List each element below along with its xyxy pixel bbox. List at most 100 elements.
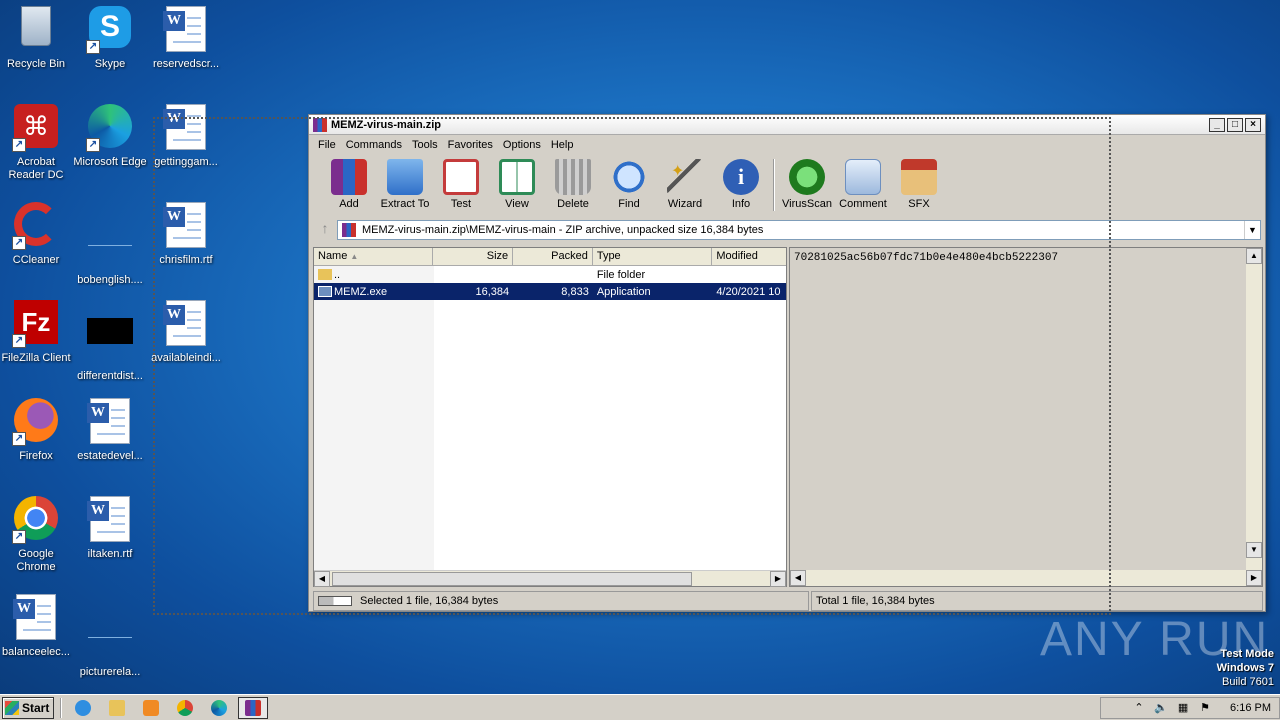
menu-tools[interactable]: Tools <box>407 139 443 151</box>
horizontal-scrollbar[interactable]: ◀ ▶ <box>314 570 786 587</box>
vertical-scrollbar[interactable]: ▲ ▼ <box>1246 248 1262 570</box>
desktop-icon-firefox[interactable]: ↗ Firefox <box>0 398 74 463</box>
scroll-thumb[interactable] <box>332 571 692 586</box>
comment-button[interactable]: Comment <box>835 159 891 210</box>
table-row-selected[interactable]: MEMZ.exe 16,384 8,833 Application 4/20/2… <box>314 283 786 300</box>
scroll-right-icon[interactable]: ▶ <box>770 570 786 587</box>
virusscan-button[interactable]: VirusScan <box>779 159 835 210</box>
path-text: MEMZ-virus-main.zip\MEMZ-virus-main - ZI… <box>362 224 764 236</box>
desktop-icon-filezilla[interactable]: Fz ↗ FileZilla Client <box>0 300 74 365</box>
maximize-button[interactable]: □ <box>1227 117 1243 132</box>
winrar-window[interactable]: MEMZ-virus-main.zip _ □ × File Commands … <box>308 114 1266 612</box>
windows-flag-icon <box>5 700 19 715</box>
network-icon[interactable]: ▦ <box>1176 701 1190 715</box>
start-button[interactable]: Start <box>2 696 54 719</box>
desktop-icon-ccleaner[interactable]: ↗ CCleaner <box>0 202 74 267</box>
find-button[interactable]: Find <box>601 159 657 210</box>
scroll-right-icon[interactable]: ▶ <box>1246 570 1262 586</box>
desktop-icon-picturerela[interactable]: picturerela... <box>72 594 148 679</box>
desktop-icon-availableindi[interactable]: W availableindi... <box>148 300 224 365</box>
menu-options[interactable]: Options <box>498 139 546 151</box>
menu-file[interactable]: File <box>313 139 341 151</box>
desktop-icon-reservedscr[interactable]: W reservedscr... <box>148 6 224 71</box>
menu-commands[interactable]: Commands <box>341 139 407 151</box>
virus-scan-icon <box>789 159 825 195</box>
taskbar-chrome[interactable] <box>170 697 200 719</box>
desktop-icon-recycle-bin[interactable]: Recycle Bin <box>0 6 74 71</box>
flag-icon[interactable]: ⚑ <box>1198 701 1212 715</box>
exe-icon <box>318 286 332 298</box>
system-tray: ⌃ 🔈 ▦ ⚑ 6:16 PM <box>1100 697 1280 719</box>
info-horizontal-scrollbar[interactable]: ◀ ▶ <box>790 570 1262 586</box>
skype-icon: S ↗ <box>86 6 134 54</box>
window-title: MEMZ-virus-main.zip <box>331 118 442 131</box>
test-button[interactable]: Test <box>433 159 489 210</box>
clock[interactable]: 6:16 PM <box>1230 702 1271 714</box>
file-list[interactable]: Name ▲ Size Packed Type Modified .. File… <box>313 247 787 587</box>
menu-help[interactable]: Help <box>546 139 579 151</box>
trash-icon <box>555 159 591 195</box>
edge-icon <box>211 699 227 716</box>
scroll-down-icon[interactable]: ▼ <box>1246 542 1262 558</box>
taskbar-edge[interactable] <box>204 697 234 719</box>
test-mode-line: Test Mode <box>1220 648 1274 660</box>
chrome-icon: ↗ <box>12 496 60 544</box>
winrar-icon <box>245 699 261 716</box>
desktop-icon-estatedevel[interactable]: W estatedevel... <box>72 398 148 463</box>
column-name[interactable]: Name ▲ <box>314 248 434 265</box>
desktop-icon-chrome[interactable]: ↗ Google Chrome <box>0 496 74 574</box>
volume-icon[interactable]: 🔈 <box>1154 701 1168 715</box>
word-document-icon: W <box>162 6 210 54</box>
taskbar-explorer[interactable] <box>102 697 132 719</box>
desktop-icon-skype[interactable]: S ↗ Skype <box>72 6 148 71</box>
wizard-button[interactable]: ✦ Wizard <box>657 159 713 210</box>
winrar-icon <box>313 117 327 132</box>
column-size[interactable]: Size <box>433 248 514 265</box>
chevron-down-icon[interactable]: ▼ <box>1244 221 1260 239</box>
taskbar-media-player[interactable] <box>136 697 166 719</box>
desktop-icon-iltaken[interactable]: W iltaken.rtf <box>72 496 148 561</box>
path-field[interactable]: MEMZ-virus-main.zip\MEMZ-virus-main - ZI… <box>337 220 1261 240</box>
status-bar: Selected 1 file, 16,384 bytes Total 1 fi… <box>313 591 1263 611</box>
up-arrow-icon[interactable]: ↑ <box>313 220 337 240</box>
desktop-icon-balanceelec[interactable]: W balanceelec... <box>0 594 74 659</box>
close-button[interactable]: × <box>1245 117 1261 132</box>
extract-to-button[interactable]: Extract To <box>377 159 433 210</box>
blank-file-icon <box>86 614 134 662</box>
menu-favorites[interactable]: Favorites <box>443 139 498 151</box>
folder-extract-icon <box>387 159 423 195</box>
column-modified[interactable]: Modified <box>712 248 786 265</box>
delete-button[interactable]: Delete <box>545 159 601 210</box>
add-archive-icon <box>331 159 367 195</box>
desktop-icon-bobenglish[interactable]: bobenglish.... <box>72 202 148 287</box>
title-bar[interactable]: MEMZ-virus-main.zip _ □ × <box>309 115 1265 135</box>
desktop-icon-acrobat[interactable]: ⌘ ↗ Acrobat Reader DC <box>0 104 74 182</box>
acrobat-icon: ⌘ ↗ <box>12 104 60 152</box>
toolbar-separator <box>773 159 775 211</box>
add-button[interactable]: Add <box>321 159 377 210</box>
minimize-button[interactable]: _ <box>1209 117 1225 132</box>
column-packed[interactable]: Packed <box>513 248 593 265</box>
view-button[interactable]: View <box>489 159 545 210</box>
scroll-left-icon[interactable]: ◀ <box>790 570 806 586</box>
desktop-icon-gettinggam[interactable]: W gettinggam... <box>148 104 224 169</box>
folder-icon <box>318 269 332 281</box>
sfx-button[interactable]: SFX <box>891 159 947 210</box>
chevron-up-icon[interactable]: ⌃ <box>1132 701 1146 715</box>
taskbar-winrar[interactable] <box>238 696 268 719</box>
table-row[interactable]: .. File folder <box>314 266 786 283</box>
desktop-icon-chrisfilm[interactable]: W chrisfilm.rtf <box>148 202 224 267</box>
sfx-box-icon <box>901 159 937 195</box>
comment-icon <box>845 159 881 195</box>
info-pane: 70281025ac56b07fdc71b0e4e480e4bcb5222307… <box>789 247 1263 587</box>
recycle-bin-icon <box>12 6 60 54</box>
desktop-icon-edge[interactable]: ↗ Microsoft Edge <box>72 104 148 169</box>
scroll-left-icon[interactable]: ◀ <box>314 570 330 587</box>
taskbar-ie[interactable] <box>68 697 98 719</box>
scroll-up-icon[interactable]: ▲ <box>1246 248 1262 264</box>
column-type[interactable]: Type <box>593 248 713 265</box>
desktop-icon-differentdist[interactable]: differentdist... <box>72 300 148 383</box>
info-button[interactable]: i Info <box>713 159 769 210</box>
word-document-icon: W <box>86 398 134 446</box>
archive-icon <box>342 223 356 237</box>
